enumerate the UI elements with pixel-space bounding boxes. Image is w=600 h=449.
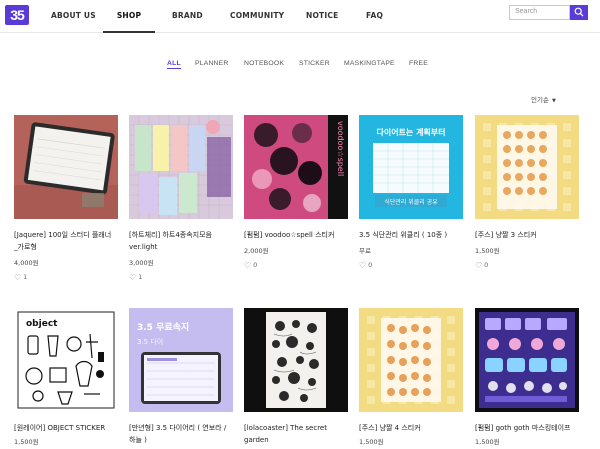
site-header: 35 ABOUT US SHOP BRAND COMMUNITY NOTICE … [0, 0, 600, 33]
chevron-down-icon: ▼ [551, 98, 556, 104]
like-button[interactable]: ♡ 1 [14, 273, 27, 282]
product-price: 4,000원 [14, 259, 39, 267]
product-name[interactable]: [lolacoaster] The secret garden [244, 423, 356, 446]
category-sticker[interactable]: STICKER [299, 60, 330, 67]
product-price: 1,500원 [14, 438, 39, 446]
nav-community[interactable]: COMMUNITY [230, 0, 284, 33]
product-thumbnail[interactable] [359, 308, 463, 412]
nav-shop[interactable]: SHOP [103, 0, 155, 33]
nav-about-us[interactable]: ABOUT US [51, 0, 96, 33]
brand-logo[interactable]: 35 [5, 5, 29, 25]
thumb-title-text: 다이어트는 계획부터 [376, 127, 445, 137]
like-button[interactable]: ♡ 0 [475, 261, 488, 270]
category-maskingtape[interactable]: MASKINGTAPE [344, 60, 395, 67]
product-thumbnail[interactable]: object [14, 308, 118, 412]
heart-icon: ♡ [14, 273, 22, 282]
product-price: 1,500원 [475, 247, 500, 255]
nav-brand[interactable]: BRAND [172, 0, 203, 33]
product-price: 무료 [359, 247, 371, 255]
product-price: 1,500원 [475, 438, 500, 446]
product-name[interactable]: [Jaquere] 100일 스터디 플래너 _가로형 [14, 230, 126, 253]
like-button[interactable]: ♡ 0 [359, 261, 372, 270]
product-name[interactable]: [주스] 냥짤 4 스티커 [359, 423, 471, 435]
product-price: 2,000원 [244, 247, 269, 255]
product-thumbnail[interactable] [244, 308, 348, 412]
thumb-title-text: voodoo☆spell [336, 121, 345, 176]
product-thumbnail[interactable]: 다이어트는 계획부터 식단관리 위클리 공유 [359, 115, 463, 219]
product-thumbnail[interactable]: 3.5 무료속지 3.5 다이 [129, 308, 233, 412]
nav-notice[interactable]: NOTICE [306, 0, 338, 33]
product-name[interactable]: [하트체리] 하트4종속지모음 ver.light [129, 230, 241, 253]
search-input[interactable]: Search [509, 5, 570, 20]
product-thumbnail[interactable] [475, 115, 579, 219]
sort-label: 인기순 [531, 96, 549, 104]
product-name[interactable]: [원레이어] OBJECT STICKER [14, 423, 126, 435]
product-price: 1,500원 [359, 438, 384, 446]
heart-icon: ♡ [244, 261, 252, 270]
product-thumbnail[interactable]: voodoo☆spell [244, 115, 348, 219]
thumb-subtitle-text: 식단관리 위클리 공유 [384, 198, 438, 206]
sort-dropdown[interactable]: 인기순 ▼ [531, 94, 556, 104]
like-button[interactable]: ♡ 1 [129, 273, 142, 282]
heart-icon: ♡ [359, 261, 367, 270]
thumb-subtitle-text: 3.5 다이 [137, 337, 163, 346]
thumb-title-text: 3.5 무료속지 [137, 321, 189, 333]
search-icon [574, 7, 584, 17]
nav-faq[interactable]: FAQ [366, 0, 383, 33]
product-name[interactable]: [만년형] 3.5 다이어리 ( 연보라 / 하늘 ) [129, 423, 241, 446]
category-notebook[interactable]: NOTEBOOK [244, 60, 284, 67]
product-name[interactable]: [주스] 냥짤 3 스티커 [475, 230, 587, 242]
search-button[interactable] [570, 5, 588, 20]
category-planner[interactable]: PLANNER [195, 60, 229, 67]
like-button[interactable]: ♡ 0 [244, 261, 257, 270]
category-all[interactable]: ALL [167, 60, 181, 69]
product-name[interactable]: 3.5 식단관리 위클리 ( 10종 ) [359, 230, 471, 242]
heart-icon: ♡ [475, 261, 483, 270]
thumb-title-text: object [26, 319, 58, 329]
category-free[interactable]: FREE [409, 60, 428, 67]
heart-icon: ♡ [129, 273, 137, 282]
product-price: 3,000원 [129, 259, 154, 267]
product-name[interactable]: [펌펌] voodoo☆spell 스티커 [244, 230, 356, 242]
product-name[interactable]: [펌펌] goth goth 마스킹테이프 [475, 423, 587, 435]
product-thumbnail[interactable] [14, 115, 118, 219]
product-thumbnail[interactable] [129, 115, 233, 219]
product-thumbnail[interactable] [475, 308, 579, 412]
